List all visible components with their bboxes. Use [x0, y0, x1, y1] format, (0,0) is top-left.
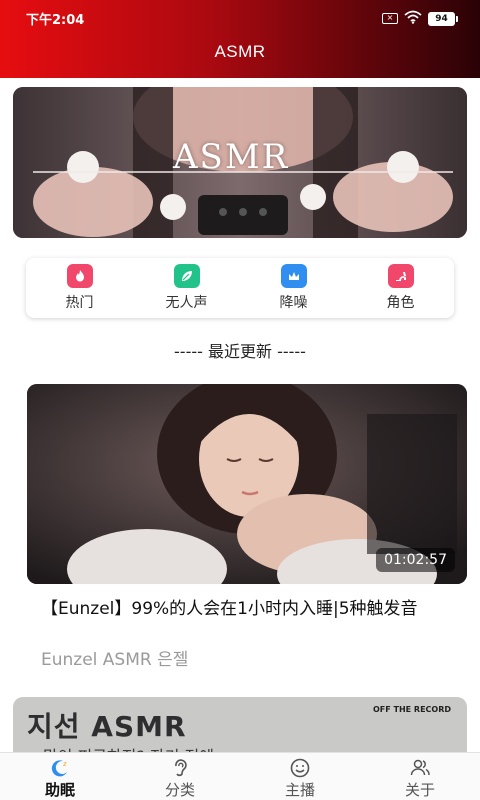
next-card-title: 지선 ASMR [27, 710, 187, 743]
status-time: 下午2:04 [26, 13, 85, 28]
category-bar: 热门 无人声 降噪 角色 [26, 258, 454, 318]
nav-about[interactable]: 关于 [360, 753, 480, 800]
banner-image[interactable]: ASMR [13, 87, 467, 238]
ear-icon [169, 757, 191, 779]
nav-label: 助眠 [44, 781, 75, 799]
smile-icon [289, 757, 311, 779]
people-icon [409, 757, 431, 779]
bottom-nav: z 助眠 分类 主播 关于 [0, 752, 480, 800]
wifi-icon [404, 9, 422, 28]
nav-streamer[interactable]: 主播 [240, 753, 360, 800]
no-sim-icon: × [382, 13, 398, 24]
flame-icon [66, 264, 93, 288]
video-author: Eunzel ASMR 은젤 [41, 650, 189, 670]
crown-icon [280, 264, 307, 288]
status-icons: × 94 [382, 9, 458, 28]
category-no-voice[interactable]: 无人声 [142, 258, 232, 318]
nav-sleep[interactable]: z 助眠 [0, 753, 120, 800]
battery-icon: 94 [428, 11, 458, 26]
svg-text:z: z [63, 760, 67, 768]
app-title: ASMR [214, 42, 266, 61]
category-label: 降噪 [279, 295, 308, 311]
leaf-icon [173, 264, 200, 288]
next-card-logo: OFF THE RECORD [372, 705, 451, 714]
video-title[interactable]: 【Eunzel】99%的人会在1小时内入睡|5种触发音 [41, 597, 461, 622]
category-label: 热门 [65, 295, 94, 311]
heel-icon [387, 264, 414, 288]
nav-label: 分类 [164, 781, 195, 799]
banner-text: ASMR [173, 137, 290, 177]
category-role[interactable]: 角色 [356, 258, 446, 318]
status-bar: 下午2:04 × 94 [0, 0, 480, 36]
category-hot[interactable]: 热门 [35, 258, 125, 318]
nav-label: 主播 [284, 781, 315, 799]
moon-icon: z [49, 757, 71, 779]
category-label: 角色 [386, 295, 415, 311]
category-label: 无人声 [165, 295, 208, 311]
nav-label: 关于 [404, 781, 435, 799]
section-title: ----- 最近更新 ----- [174, 342, 306, 361]
video-thumbnail[interactable]: 01:02:57 [27, 384, 467, 584]
video-duration: 01:02:57 [376, 548, 455, 572]
battery-level: 94 [428, 11, 455, 26]
nav-category[interactable]: 分类 [120, 753, 240, 800]
app-header: 下午2:04 × 94 ASMR [0, 0, 480, 78]
category-noise-reduction[interactable]: 降噪 [249, 258, 339, 318]
